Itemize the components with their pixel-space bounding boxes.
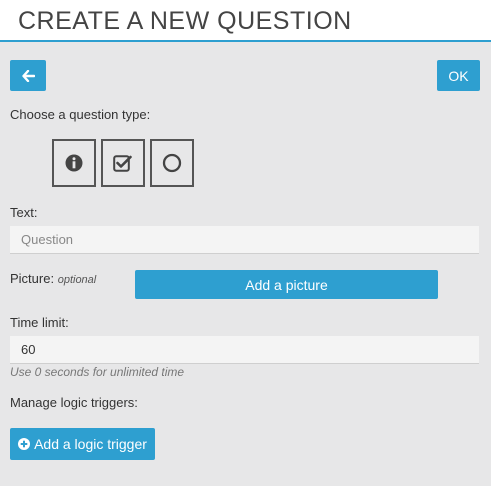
picture-label: Picture: optional <box>10 271 96 288</box>
question-type-radio-button[interactable] <box>150 139 194 187</box>
add-logic-trigger-button[interactable]: Add a logic trigger <box>10 428 155 460</box>
question-type-label: Choose a question type: <box>10 107 151 122</box>
add-picture-button[interactable]: Add a picture <box>135 270 438 299</box>
time-limit-input[interactable] <box>10 336 479 364</box>
text-field-label: Text: <box>10 205 38 220</box>
arrow-left-icon <box>21 69 35 82</box>
picture-label-text: Picture: <box>10 271 55 286</box>
plus-circle-icon <box>18 438 31 450</box>
logic-triggers-label: Manage logic triggers: <box>10 395 138 410</box>
back-button[interactable] <box>10 60 46 91</box>
question-type-info-button[interactable] <box>52 139 96 187</box>
question-text-input[interactable] <box>10 226 479 254</box>
radio-icon <box>162 153 182 173</box>
ok-button[interactable]: OK <box>437 60 480 91</box>
header-bar: CREATE A NEW QUESTION <box>0 0 491 42</box>
time-limit-hint: Use 0 seconds for unlimited time <box>10 365 185 379</box>
add-logic-trigger-label: Add a logic trigger <box>34 436 147 452</box>
info-icon <box>65 154 83 172</box>
page-title: CREATE A NEW QUESTION <box>18 7 352 35</box>
optional-hint: optional <box>57 274 97 286</box>
checkbox-icon <box>113 154 133 172</box>
question-type-checkbox-button[interactable] <box>101 139 145 187</box>
time-limit-label: Time limit: <box>10 315 69 330</box>
